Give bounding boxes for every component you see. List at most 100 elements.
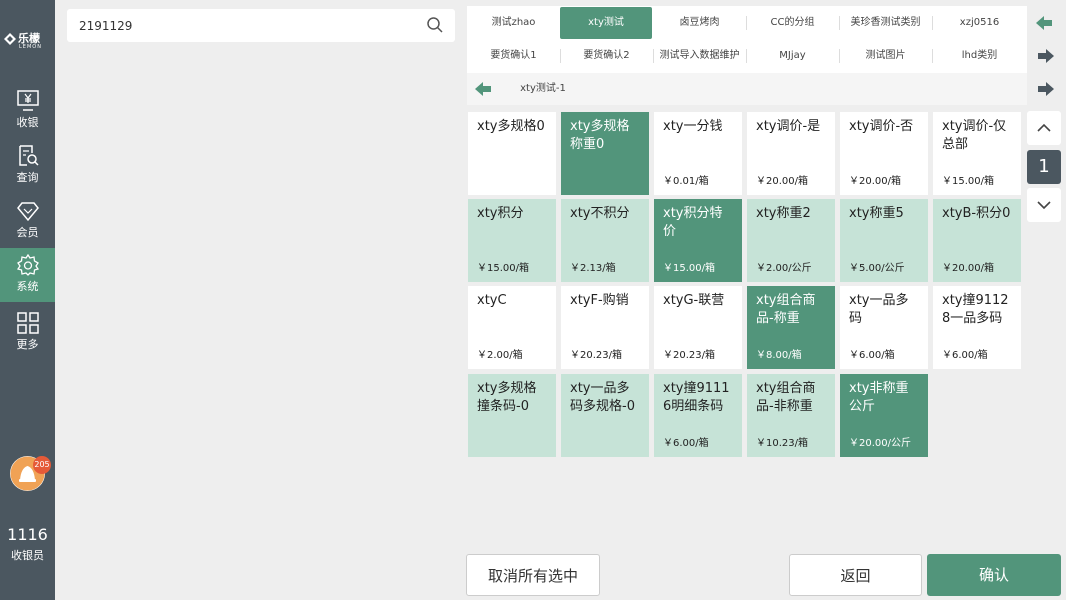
query-icon [18, 145, 39, 166]
product-price: ￥2.00/公斤 [756, 263, 812, 274]
category-tab[interactable]: 要货确认1 [467, 40, 560, 72]
logo-icon [4, 33, 16, 45]
product-name: xty多规格0 [477, 119, 545, 134]
page-number: 1 [1027, 150, 1061, 184]
product-price: ￥20.23/箱 [663, 350, 715, 361]
subcategory-next-arrow-icon[interactable] [1032, 79, 1058, 99]
nav-label: 会员 [16, 226, 39, 239]
divider [932, 49, 933, 63]
product-card[interactable]: xtyB-积分0 ￥20.00/箱 [933, 199, 1021, 282]
product-card[interactable]: xty组合商品-称重 ￥8.00/箱 [747, 286, 835, 369]
back-button[interactable]: 返回 [789, 554, 922, 596]
category-tab[interactable]: CC的分组 [746, 7, 839, 39]
product-card[interactable]: xty积分特价 ￥15.00/箱 [654, 199, 742, 282]
product-name: xty非称重公斤 [849, 381, 909, 414]
product-name: xty组合商品-非称重 [756, 381, 816, 414]
category-tab[interactable]: xzj0516 [932, 7, 1027, 39]
diamond-icon [16, 202, 39, 222]
subcategory-tab[interactable]: xty测试-1 [497, 73, 589, 105]
product-card[interactable]: xty称重5 ￥5.00/公斤 [840, 199, 928, 282]
product-card[interactable]: xty称重2 ￥2.00/公斤 [747, 199, 835, 282]
product-name: xty称重5 [849, 206, 904, 221]
product-price: ￥6.00/箱 [849, 350, 895, 361]
category-tab[interactable]: 卤豆烤肉 [653, 7, 746, 39]
product-card[interactable]: xty组合商品-非称重 ￥10.23/箱 [747, 374, 835, 457]
page-up-button[interactable] [1027, 111, 1061, 145]
divider [746, 16, 747, 30]
product-name: xty撞91116明细条码 [663, 381, 730, 414]
product-price: ￥2.00/箱 [477, 350, 523, 361]
product-price: ￥8.00/箱 [756, 350, 802, 361]
category-tab[interactable]: lhd类别 [932, 40, 1027, 72]
cashier-icon [16, 90, 39, 111]
product-card[interactable]: xtyF-购销 ￥20.23/箱 [561, 286, 649, 369]
product-card[interactable]: xty一品多码多规格-0 [561, 374, 649, 457]
product-price: ￥20.00/箱 [849, 176, 901, 187]
product-card[interactable]: xty调价-否 ￥20.00/箱 [840, 112, 928, 195]
product-card[interactable]: xty积分 ￥15.00/箱 [468, 199, 556, 282]
category-prev-arrow-icon[interactable] [1032, 13, 1058, 33]
sidebar: 乐檬 LEMON 收银 查询 会员 系统 更多 205 1116 收银员 [0, 0, 55, 600]
product-price: ￥20.00/公斤 [849, 438, 911, 449]
chevron-up-icon [1037, 123, 1051, 132]
product-card[interactable]: xty撞91128一品多码 ￥6.00/箱 [933, 286, 1021, 369]
logo-subtext: LEMON [19, 44, 42, 50]
product-card[interactable]: xty一品多码 ￥6.00/箱 [840, 286, 928, 369]
product-name: xty多规格称重0 [570, 119, 630, 152]
divider [653, 49, 654, 63]
gear-icon [16, 254, 39, 276]
product-name: xty多规格撞条码-0 [477, 381, 537, 414]
product-name: xty一品多码 [849, 293, 909, 326]
confirm-button[interactable]: 确认 [927, 554, 1061, 596]
chevron-down-icon [1037, 201, 1051, 210]
product-card[interactable]: xty一分钱 ￥0.01/箱 [654, 112, 742, 195]
product-name: xty调价-是 [756, 119, 821, 134]
divider [560, 49, 561, 63]
product-price: ￥2.13/箱 [570, 263, 616, 274]
nav-system[interactable]: 系统 [0, 248, 55, 302]
product-card[interactable]: xty不积分 ￥2.13/箱 [561, 199, 649, 282]
product-name: xty撞91128一品多码 [942, 293, 1009, 326]
product-price: ￥5.00/公斤 [849, 263, 905, 274]
product-card[interactable]: xty撞91116明细条码 ￥6.00/箱 [654, 374, 742, 457]
category-tab[interactable]: 测试导入数据维护 [653, 40, 746, 72]
category-next-arrow-icon[interactable] [1032, 46, 1058, 66]
divider [746, 49, 747, 63]
nav-query[interactable]: 查询 [0, 139, 55, 189]
product-card[interactable]: xty调价-仅总部 ￥15.00/箱 [933, 112, 1021, 195]
clear-selection-button[interactable]: 取消所有选中 [466, 554, 600, 596]
product-name: xty一品多码多规格-0 [570, 381, 635, 414]
subcategory-prev-arrow-icon[interactable] [471, 79, 497, 99]
product-name: xtyB-积分0 [942, 206, 1011, 221]
category-tab[interactable]: 美珍香测试类别 [839, 7, 932, 39]
product-name: xty调价-仅总部 [942, 119, 1007, 152]
product-card[interactable]: xty多规格0 [468, 112, 556, 195]
product-name: xtyC [477, 293, 507, 308]
category-tab[interactable]: 测试zhao [467, 7, 560, 39]
product-price: ￥20.00/箱 [756, 176, 808, 187]
category-tab-active[interactable]: xty测试 [560, 7, 652, 39]
product-card[interactable]: xty非称重公斤 ￥20.00/公斤 [840, 374, 928, 457]
product-price: ￥15.00/箱 [663, 263, 715, 274]
product-card[interactable]: xty调价-是 ￥20.00/箱 [747, 112, 835, 195]
search-icon[interactable] [427, 17, 443, 33]
product-card[interactable]: xtyC ￥2.00/箱 [468, 286, 556, 369]
product-card[interactable]: xtyG-联营 ￥20.23/箱 [654, 286, 742, 369]
product-card[interactable]: xty多规格称重0 [561, 112, 649, 195]
divider [839, 16, 840, 30]
category-tab[interactable]: MJjay [746, 40, 839, 72]
category-tab[interactable]: 测试图片 [839, 40, 932, 72]
notification-badge: 205 [33, 456, 51, 474]
product-card[interactable]: xty多规格撞条码-0 [468, 374, 556, 457]
search-input[interactable] [77, 14, 411, 38]
nav-more[interactable]: 更多 [0, 306, 55, 356]
category-tab[interactable]: 要货确认2 [560, 40, 653, 72]
product-name: xty积分特价 [663, 206, 723, 239]
product-price: ￥20.00/箱 [942, 263, 994, 274]
page-down-button[interactable] [1027, 188, 1061, 222]
product-price: ￥10.23/箱 [756, 438, 808, 449]
logo: 乐檬 LEMON [0, 28, 55, 54]
nav-label: 查询 [16, 171, 39, 184]
nav-member[interactable]: 会员 [0, 194, 55, 244]
nav-cashier[interactable]: 收银 [0, 84, 55, 134]
